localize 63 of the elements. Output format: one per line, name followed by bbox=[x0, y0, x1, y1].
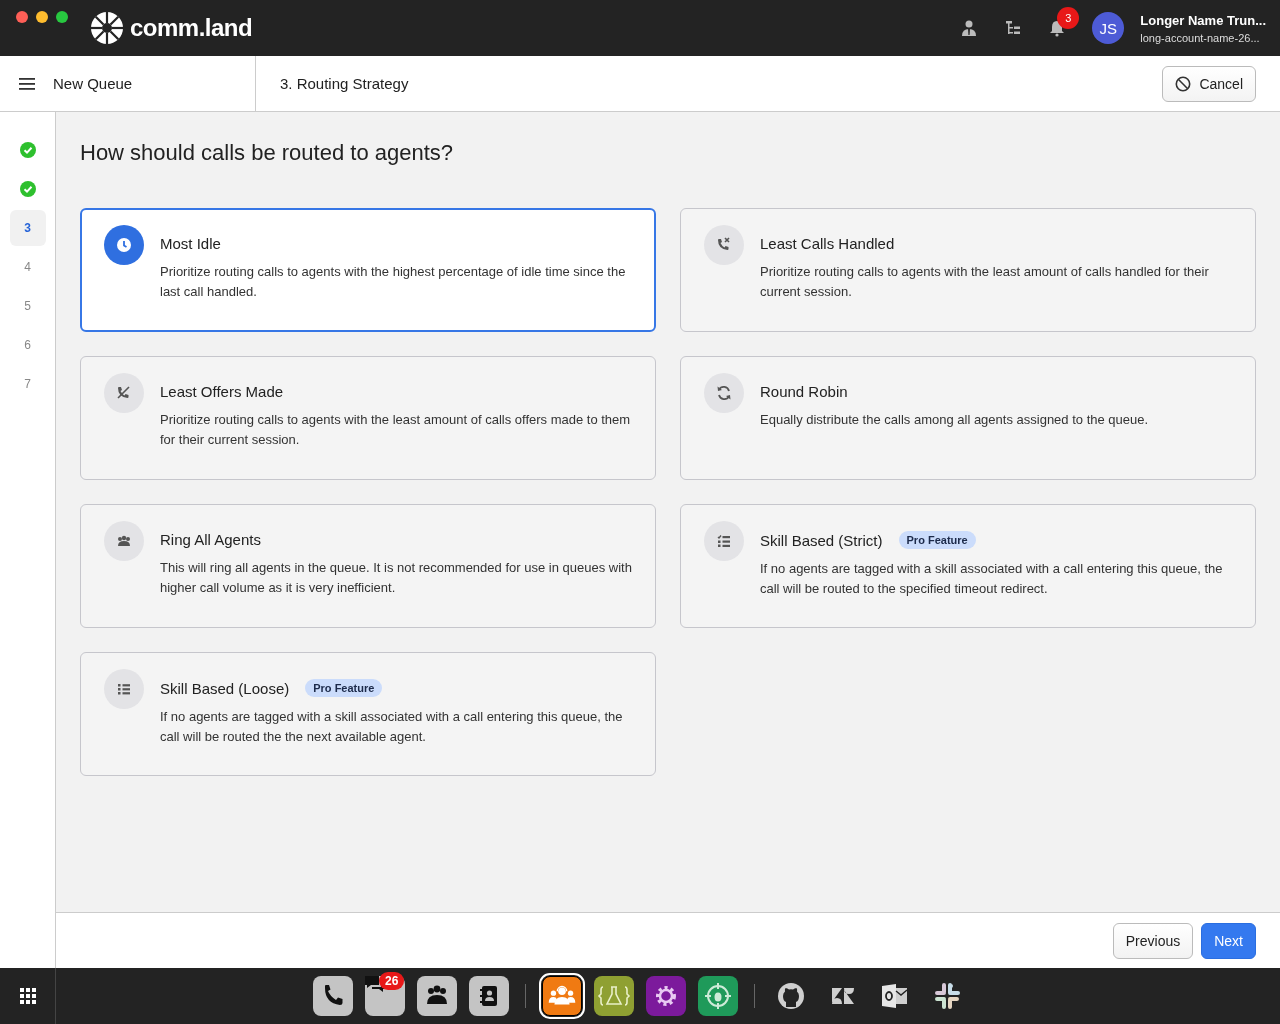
pro-feature-badge: Pro Feature bbox=[898, 531, 976, 549]
option-description: If no agents are tagged with a skill associated with a call entering this queue, the call will be routed the the next available agent. bbox=[160, 708, 624, 746]
logo-icon bbox=[90, 11, 124, 45]
apps-grid-icon[interactable] bbox=[19, 988, 36, 1004]
option-title: Least Offers Made bbox=[160, 383, 284, 400]
contacts-book-icon[interactable] bbox=[469, 976, 509, 1016]
flask-code-icon[interactable] bbox=[594, 976, 634, 1016]
option-description: Prioritize routing calls to agents with the least amount of calls offers made to them for their current session. bbox=[160, 411, 632, 449]
unread-badge: 26 bbox=[379, 972, 405, 990]
step-number[interactable]: 7 bbox=[9, 366, 46, 402]
hierarchy-icon[interactable] bbox=[1004, 19, 1023, 37]
user-avatar[interactable]: JS bbox=[1092, 12, 1125, 44]
cancel-icon bbox=[1175, 75, 1192, 92]
option-title: Skill Based (Strict) bbox=[760, 531, 883, 549]
step-number[interactable]: 4 bbox=[9, 249, 46, 285]
routing-option-icon bbox=[704, 373, 744, 413]
step-number[interactable]: 6 bbox=[9, 327, 46, 363]
routing-option-card[interactable]: Least Calls Handled Prioritize routing calls to agents with the least amount of calls handled for their current session. bbox=[680, 208, 1256, 332]
option-description: Equally distribute the calls among all agents assigned to the queue. bbox=[760, 411, 1149, 429]
phone-icon[interactable] bbox=[313, 976, 353, 1016]
minimize-window-button[interactable] bbox=[36, 11, 48, 23]
routing-option-card[interactable]: Skill Based (Strict) Pro Feature If no agents are tagged with a skill associated with a call entering this queue, the call will be routed to the specified timeout redirect. bbox=[680, 504, 1256, 628]
routing-option-card[interactable]: Round Robin Equally distribute the calls among all agents assigned to the queue. bbox=[680, 356, 1256, 480]
step-number[interactable]: 5 bbox=[9, 288, 46, 324]
brand-name: comm.land bbox=[130, 14, 253, 42]
option-title: Ring All Agents bbox=[160, 531, 261, 548]
agents-app-icon[interactable] bbox=[542, 976, 582, 1016]
bug-target-icon[interactable] bbox=[698, 976, 738, 1016]
step-title: 3. Routing Strategy bbox=[280, 75, 409, 92]
page-question: How should calls be routed to agents? bbox=[80, 140, 454, 166]
option-description: Prioritize routing calls to agents with the least amount of calls handled for their current session. bbox=[760, 263, 1210, 301]
queue-title: New Queue bbox=[53, 75, 133, 92]
group-icon[interactable] bbox=[417, 976, 457, 1016]
option-title: Least Calls Handled bbox=[760, 235, 895, 252]
routing-option-icon bbox=[104, 225, 144, 265]
option-title: Most Idle bbox=[160, 235, 221, 252]
cancel-button[interactable]: Cancel bbox=[1162, 65, 1256, 102]
pro-feature-badge: Pro Feature bbox=[305, 679, 383, 697]
routing-option-card[interactable]: Least Offers Made Prioritize routing calls to agents with the least amount of calls offers made to them for their current session. bbox=[80, 356, 656, 480]
notification-badge: 3 bbox=[1057, 7, 1080, 29]
routing-option-card[interactable]: Skill Based (Loose) Pro Feature If no agents are tagged with a skill associated with a call entering this queue, the call will be routed the the next available agent. bbox=[80, 652, 656, 776]
agent-icon[interactable] bbox=[960, 19, 979, 37]
routing-option-icon bbox=[104, 373, 144, 413]
routing-option-icon bbox=[704, 225, 744, 265]
option-description: Prioritize routing calls to agents with the highest percentage of idle time since the last call handled. bbox=[160, 263, 627, 301]
option-title: Skill Based (Loose) bbox=[160, 679, 290, 697]
routing-option-icon bbox=[104, 521, 144, 561]
step-number[interactable]: 3 bbox=[9, 210, 46, 246]
routing-option-card[interactable]: Most Idle Prioritize routing calls to agents with the highest percentage of idle time since the last call handled. bbox=[80, 208, 656, 332]
user-name: Longer Name Trun... bbox=[1140, 12, 1266, 28]
option-description: This will ring all agents in the queue. It is not recommended for use in queues with higher call volume as it is very inefficient. bbox=[160, 559, 633, 597]
previous-button[interactable]: Previous bbox=[1112, 922, 1194, 959]
zoom-window-button[interactable] bbox=[56, 11, 68, 23]
close-window-button[interactable] bbox=[16, 11, 28, 23]
account-name: long-account-name-26... bbox=[1140, 31, 1261, 44]
routing-option-icon bbox=[104, 669, 144, 709]
next-button[interactable]: Next bbox=[1201, 922, 1256, 959]
option-description: If no agents are tagged with a skill associated with a call entering this queue, the call will be routed to the specified timeout redirect. bbox=[760, 560, 1224, 598]
option-title: Round Robin bbox=[760, 383, 848, 400]
routing-option-icon bbox=[704, 521, 744, 561]
gear-icon[interactable] bbox=[646, 976, 686, 1016]
routing-option-card[interactable]: Ring All Agents This will ring all agents in the queue. It is not recommended for use in queues with higher call volume as it is very inefficient. bbox=[80, 504, 656, 628]
menu-icon[interactable] bbox=[19, 77, 35, 90]
